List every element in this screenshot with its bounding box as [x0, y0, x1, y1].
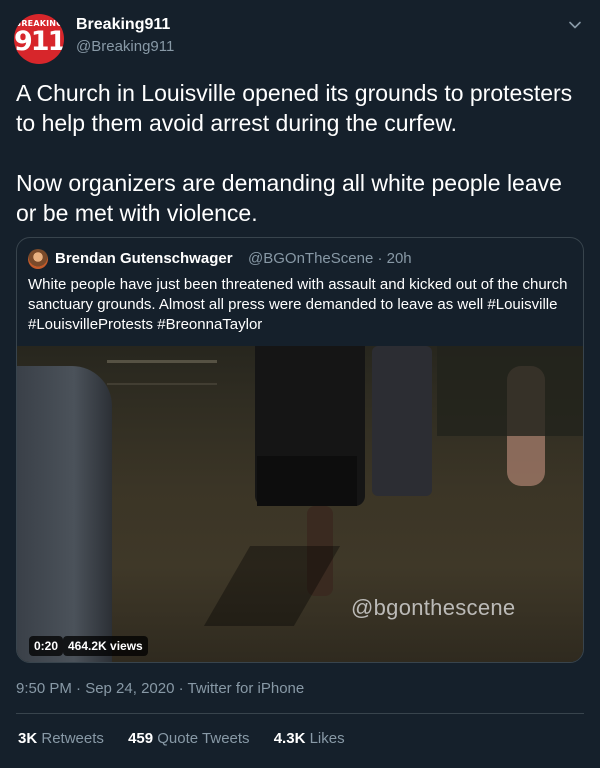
- quoted-tweet[interactable]: Brendan Gutenschwager @BGOnTheScene · 20…: [16, 237, 584, 663]
- video-fence: [107, 360, 217, 385]
- video-views-badge: 464.2K views: [63, 636, 148, 656]
- quoted-tweet-text: White people have just been threatened w…: [28, 276, 568, 333]
- retweets-label: Retweets: [41, 730, 104, 747]
- retweets-stat[interactable]: 3K Retweets: [18, 730, 104, 747]
- video-duration-badge: 0:20: [29, 636, 64, 656]
- engagement-stats: 3K Retweets 459 Quote Tweets 4.3K Likes: [18, 730, 365, 747]
- likes-count: 4.3K: [273, 730, 306, 747]
- tweet-paragraph-1: A Church in Louisville opened its ground…: [16, 80, 573, 136]
- likes-stat[interactable]: 4.3K Likes: [274, 730, 345, 747]
- quoted-author-name: Brendan Gutenschwager: [55, 250, 233, 267]
- author-display-name[interactable]: Breaking911: [76, 16, 170, 34]
- tweet: BREAKING 911 Breaking911 @Breaking911 A …: [0, 0, 600, 768]
- quote-tweets-label: Quote Tweets: [157, 730, 250, 747]
- quoted-author-handle-time: @BGOnTheScene · 20h: [248, 250, 412, 267]
- video-trees: [437, 346, 583, 436]
- author-avatar[interactable]: BREAKING 911: [14, 14, 64, 64]
- quoted-author-avatar: [28, 249, 48, 269]
- video-watermark: @bgonthescene: [351, 595, 516, 620]
- video-figure-shorts: [257, 456, 357, 506]
- video-figure-left: [17, 366, 112, 662]
- avatar-logo-text-main: 911: [14, 26, 64, 57]
- divider: [16, 713, 584, 714]
- author-handle[interactable]: @Breaking911: [76, 38, 174, 55]
- retweets-count: 3K: [18, 730, 38, 747]
- more-options-chevron-icon[interactable]: [566, 16, 584, 34]
- tweet-text: A Church in Louisville opened its ground…: [16, 78, 586, 228]
- video-figure-right: [372, 346, 432, 496]
- tweet-paragraph-2: Now organizers are demanding all white p…: [16, 170, 562, 226]
- likes-label: Likes: [309, 730, 345, 747]
- quote-tweets-stat[interactable]: 459 Quote Tweets: [128, 730, 249, 747]
- tweet-timestamp[interactable]: 9:50 PM · Sep 24, 2020 · Twitter for iPh…: [16, 680, 304, 697]
- video-player[interactable]: @bgonthescene 0:20 464.2K views: [17, 346, 583, 662]
- quote-tweets-count: 459: [128, 730, 154, 747]
